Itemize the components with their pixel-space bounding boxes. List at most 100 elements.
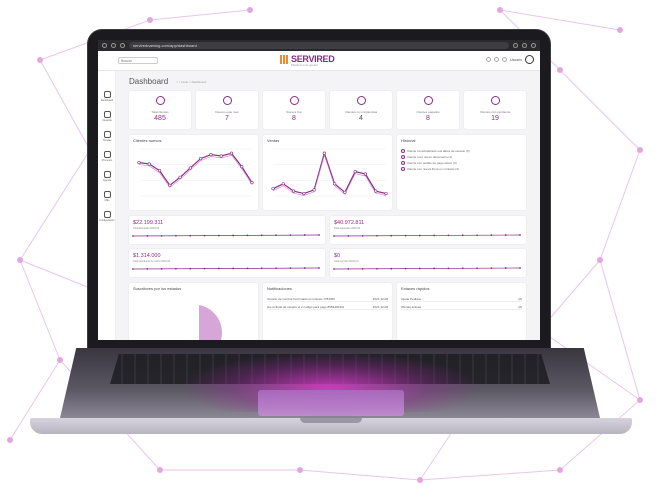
data-point — [302, 191, 306, 196]
data-point — [188, 166, 192, 170]
message-icon[interactable] — [501, 57, 507, 62]
network-node — [37, 57, 43, 63]
kpi-card[interactable]: Nuevos hoy 8 — [263, 91, 325, 129]
sparkline-point — [390, 234, 393, 237]
network-node — [637, 147, 643, 153]
history-item[interactable]: Cliente con pedido de pago activo (3) — [401, 161, 457, 165]
reload-icon[interactable] — [120, 43, 125, 48]
laptop-trackpad — [258, 390, 404, 416]
network-node — [617, 27, 623, 33]
sidebar-item-processes[interactable]: Procesos — [98, 151, 116, 165]
sparkline-point — [404, 234, 407, 237]
data-point — [363, 172, 368, 176]
data-point — [240, 165, 244, 169]
chart-title: Clientes nuevos — [133, 138, 162, 143]
sparkline-point — [146, 268, 149, 270]
sparkline-point — [476, 267, 478, 270]
sparkline-point — [275, 234, 277, 237]
toggle-icon[interactable] — [485, 57, 491, 62]
bell-icon[interactable] — [493, 57, 499, 62]
forward-icon[interactable] — [111, 43, 116, 48]
data-point — [281, 182, 285, 186]
kpi-card[interactable]: Nuevos este mes 7 — [196, 91, 258, 129]
sparkline-point — [333, 235, 335, 237]
data-point — [291, 189, 296, 193]
data-point — [384, 191, 388, 196]
network-node — [157, 467, 163, 473]
sparkline-point — [333, 268, 335, 270]
sparkline-point — [160, 267, 163, 270]
kpi-card[interactable]: Total clientes 485 — [129, 91, 191, 129]
avatar-icon[interactable] — [525, 55, 534, 64]
sparkline-point — [275, 267, 277, 270]
logo-mark-icon — [280, 55, 289, 64]
marketing-stage: servirednaming.com/app/dashboard Buscar … — [0, 0, 662, 503]
store-icon — [103, 131, 111, 138]
notification-item[interactable]: Usuario de nombre ha firmado el contrato… — [267, 297, 388, 302]
quick-links-card: Enlaces rápidos Ajuste Pedidos (0) Oferta… — [397, 283, 526, 340]
process-icon — [103, 151, 111, 158]
kpi-card[interactable]: Clientes con incidencias 4 — [330, 91, 392, 129]
network-line — [559, 69, 641, 151]
sidebar-item-agenda[interactable]: Agenda — [98, 171, 116, 185]
data-point — [250, 181, 254, 185]
network-line — [19, 259, 61, 361]
history-item[interactable]: Cliente con nueva firma en contrato (3) — [401, 167, 459, 171]
notifications-card: Notificaciones Usuario de nombre ha firm… — [263, 283, 392, 340]
history-item[interactable]: Cliente ha actualizado sus datos de usua… — [401, 149, 470, 153]
line-chart-sales — [271, 148, 388, 197]
network-node — [637, 397, 643, 403]
network-node — [557, 467, 563, 473]
pie-chart — [199, 305, 223, 340]
sparkline-point — [361, 267, 364, 270]
quick-link[interactable]: Ajuste Pedidos (0) — [401, 297, 522, 302]
sidebar-item-stores[interactable]: Tiendas — [98, 131, 116, 145]
sparkline-point — [289, 234, 292, 237]
sparkline-point — [404, 267, 407, 270]
data-point — [137, 161, 141, 165]
gear-icon — [103, 211, 111, 218]
pie-slice — [199, 305, 223, 340]
page-title: Dashboard — [129, 77, 169, 86]
history-item[interactable]: Cliente creó nuevo documento (1) — [401, 155, 452, 159]
sidebar-item-dashboard[interactable]: Dashboard — [98, 91, 116, 105]
extensions-icon[interactable] — [513, 43, 518, 48]
quick-link[interactable]: Ofertas activas (0) — [401, 305, 522, 310]
profile-icon[interactable] — [531, 43, 536, 48]
user-menu[interactable]: Usuario — [485, 55, 534, 64]
back-icon[interactable] — [102, 43, 107, 48]
notification-item[interactable]: Ha recibido de usuario el 2 codigo para … — [267, 305, 388, 310]
data-point — [199, 157, 203, 161]
breadcrumb[interactable]: > > Inicio > Dashboard — [176, 80, 206, 84]
network-node — [497, 7, 503, 13]
network-line — [599, 259, 641, 401]
network-line — [39, 59, 91, 151]
kpi-card[interactable]: Clientes pagados 8 — [397, 91, 459, 129]
sparkline-point — [519, 267, 521, 269]
kpi-card[interactable]: Clientes con pendiente 19 — [464, 91, 526, 129]
amount-card: $0 Total vencido 2020-04 — [330, 249, 526, 277]
sidebar-item-more[interactable]: Más — [98, 191, 116, 205]
data-point — [229, 151, 234, 155]
sparkline-point — [203, 267, 206, 270]
network-line — [599, 149, 641, 261]
sidebar-item-settings[interactable]: Configuración — [98, 211, 116, 225]
sparkline-point — [433, 234, 436, 237]
sparkline-point — [490, 234, 493, 237]
sparkline-point — [175, 267, 177, 270]
network-line — [299, 469, 421, 481]
history-card: Historial Cliente ha actualizado sus dat… — [397, 135, 526, 210]
address-bar[interactable]: servirednaming.com/app/dashboard — [129, 42, 509, 49]
warning-icon — [490, 96, 500, 105]
sparkline-point — [217, 234, 220, 237]
sparkline-point — [461, 267, 464, 270]
sparkline-point — [318, 267, 320, 269]
servired-logo[interactable]: SERVIRED Plataforma de gestión — [280, 54, 356, 68]
sparkline-point — [146, 235, 149, 237]
bookmark-icon[interactable] — [522, 43, 527, 48]
sidebar-item-users[interactable]: Usuarios — [98, 111, 116, 125]
sparkline-point — [447, 234, 450, 237]
search-input[interactable]: Buscar — [118, 57, 158, 64]
line-chart-new-clients — [137, 148, 254, 197]
distribution-title: Suscritores por los estados — [133, 286, 182, 291]
